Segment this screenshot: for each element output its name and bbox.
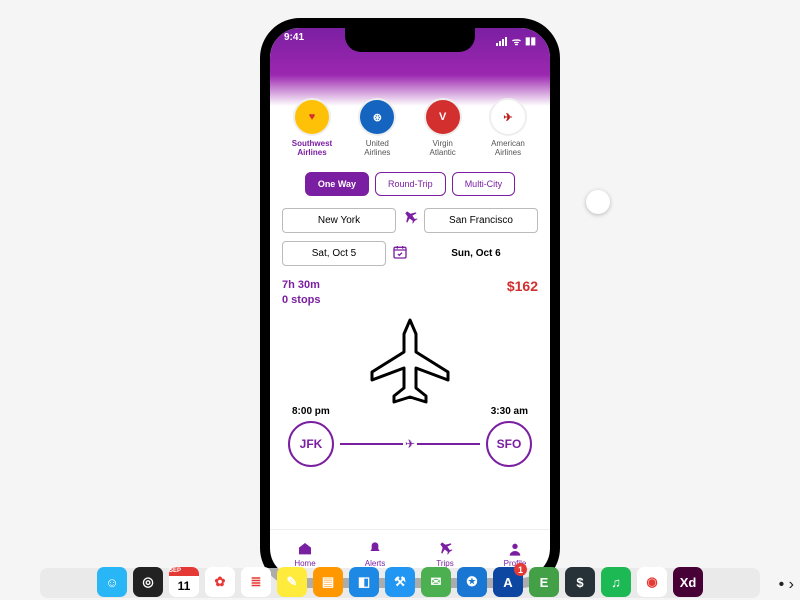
trips-icon [437,541,453,557]
airplane-illustration [282,310,538,410]
dock-xcode-icon[interactable]: ⚒ [385,567,415,597]
airport-codes-row: JFK ✈ SFO [282,421,538,467]
depart-date-field[interactable]: Sat, Oct 5 [282,241,386,266]
signal-icon [496,37,508,45]
status-indicators: ᯤ ▮▮ [496,32,536,50]
origin-field[interactable]: New York [282,208,396,233]
airline-label: AmericanAirlines [491,140,525,158]
dock-spotify-icon[interactable]: ♫ [601,567,631,597]
airline-logo-icon: ⊛ [358,98,396,136]
dock-messages-icon[interactable]: ✉ [421,567,451,597]
dock-adobe-xd-icon[interactable]: Xd [673,567,703,597]
trip-type-round-trip[interactable]: Round-Trip [375,172,446,196]
dock-preview-icon[interactable]: ◧ [349,567,379,597]
dock-iterm-icon[interactable]: $ [565,567,595,597]
origin-code: JFK [288,421,334,467]
flight-summary: 7h 30m 0 stops $162 [282,278,538,309]
dock-photos-icon[interactable]: ✿ [205,567,235,597]
dock-safari-icon[interactable]: ✪ [457,567,487,597]
dock-reminders-icon[interactable]: ≣ [241,567,271,597]
airline-logo-icon: V [424,98,462,136]
depart-time: 8:00 pm [292,406,330,417]
notch [345,26,475,52]
profile-icon [507,541,523,557]
flight-track: ✈ [340,443,480,445]
home-icon [297,541,313,557]
dock-siri-icon[interactable]: ◎ [133,567,163,597]
price-text: $162 [507,278,538,309]
trip-type-multi-city[interactable]: Multi-City [452,172,516,196]
floating-cursor [586,190,610,214]
dock-finder-icon[interactable]: ☺ [97,567,127,597]
airline-american-airlines[interactable]: ✈ AmericanAirlines [478,98,538,158]
dock-overflow: • › [779,576,794,594]
wifi-icon: ᯤ [512,34,521,48]
dock-notes-icon[interactable]: ✎ [277,567,307,597]
dock-chrome-icon[interactable]: ◉ [637,567,667,597]
airline-logo-icon: ♥ [293,98,331,136]
dock-evernote-icon[interactable]: E [529,567,559,597]
duration-text: 7h 30m [282,278,321,293]
airline-label: VirginAtlantic [430,140,456,158]
airline-label: UnitedAirlines [364,140,390,158]
plane-mini-icon: ✈ [403,437,417,451]
arrive-time: 3:30 am [491,406,528,417]
status-time: 9:41 [284,32,304,50]
dock-app-store-icon[interactable]: A1 [493,567,523,597]
airline-virgin-atlantic[interactable]: V VirginAtlantic [413,98,473,158]
dock-calendar-icon[interactable]: SEP11 [169,567,199,597]
airline-label: SouthwestAirlines [292,140,332,158]
destination-field[interactable]: San Francisco [424,208,538,233]
phone-mockup: 9:41 ᯤ ▮▮ ♥ SouthwestAirlines⊛ UnitedAir… [260,18,560,588]
return-date[interactable]: Sun, Oct 6 [414,248,538,259]
macos-dock: ☺◎SEP11✿≣✎▤◧⚒✉✪A1E$♫◉Xd [0,559,800,600]
airline-united-airlines[interactable]: ⊛ UnitedAirlines [347,98,407,158]
calendar-icon[interactable] [392,244,408,263]
airline-logo-icon: ✈ [489,98,527,136]
alerts-icon [367,541,383,557]
stops-text: 0 stops [282,293,321,308]
plane-icon [402,210,418,231]
trip-type-one-way[interactable]: One Way [305,172,369,196]
airline-southwest-airlines[interactable]: ♥ SouthwestAirlines [282,98,342,158]
dock-books-icon[interactable]: ▤ [313,567,343,597]
route-row: New York San Francisco [282,208,538,233]
battery-icon: ▮▮ [525,36,536,47]
dates-row: Sat, Oct 5 Sun, Oct 6 [282,241,538,266]
dest-code: SFO [486,421,532,467]
badge: 1 [514,563,527,576]
